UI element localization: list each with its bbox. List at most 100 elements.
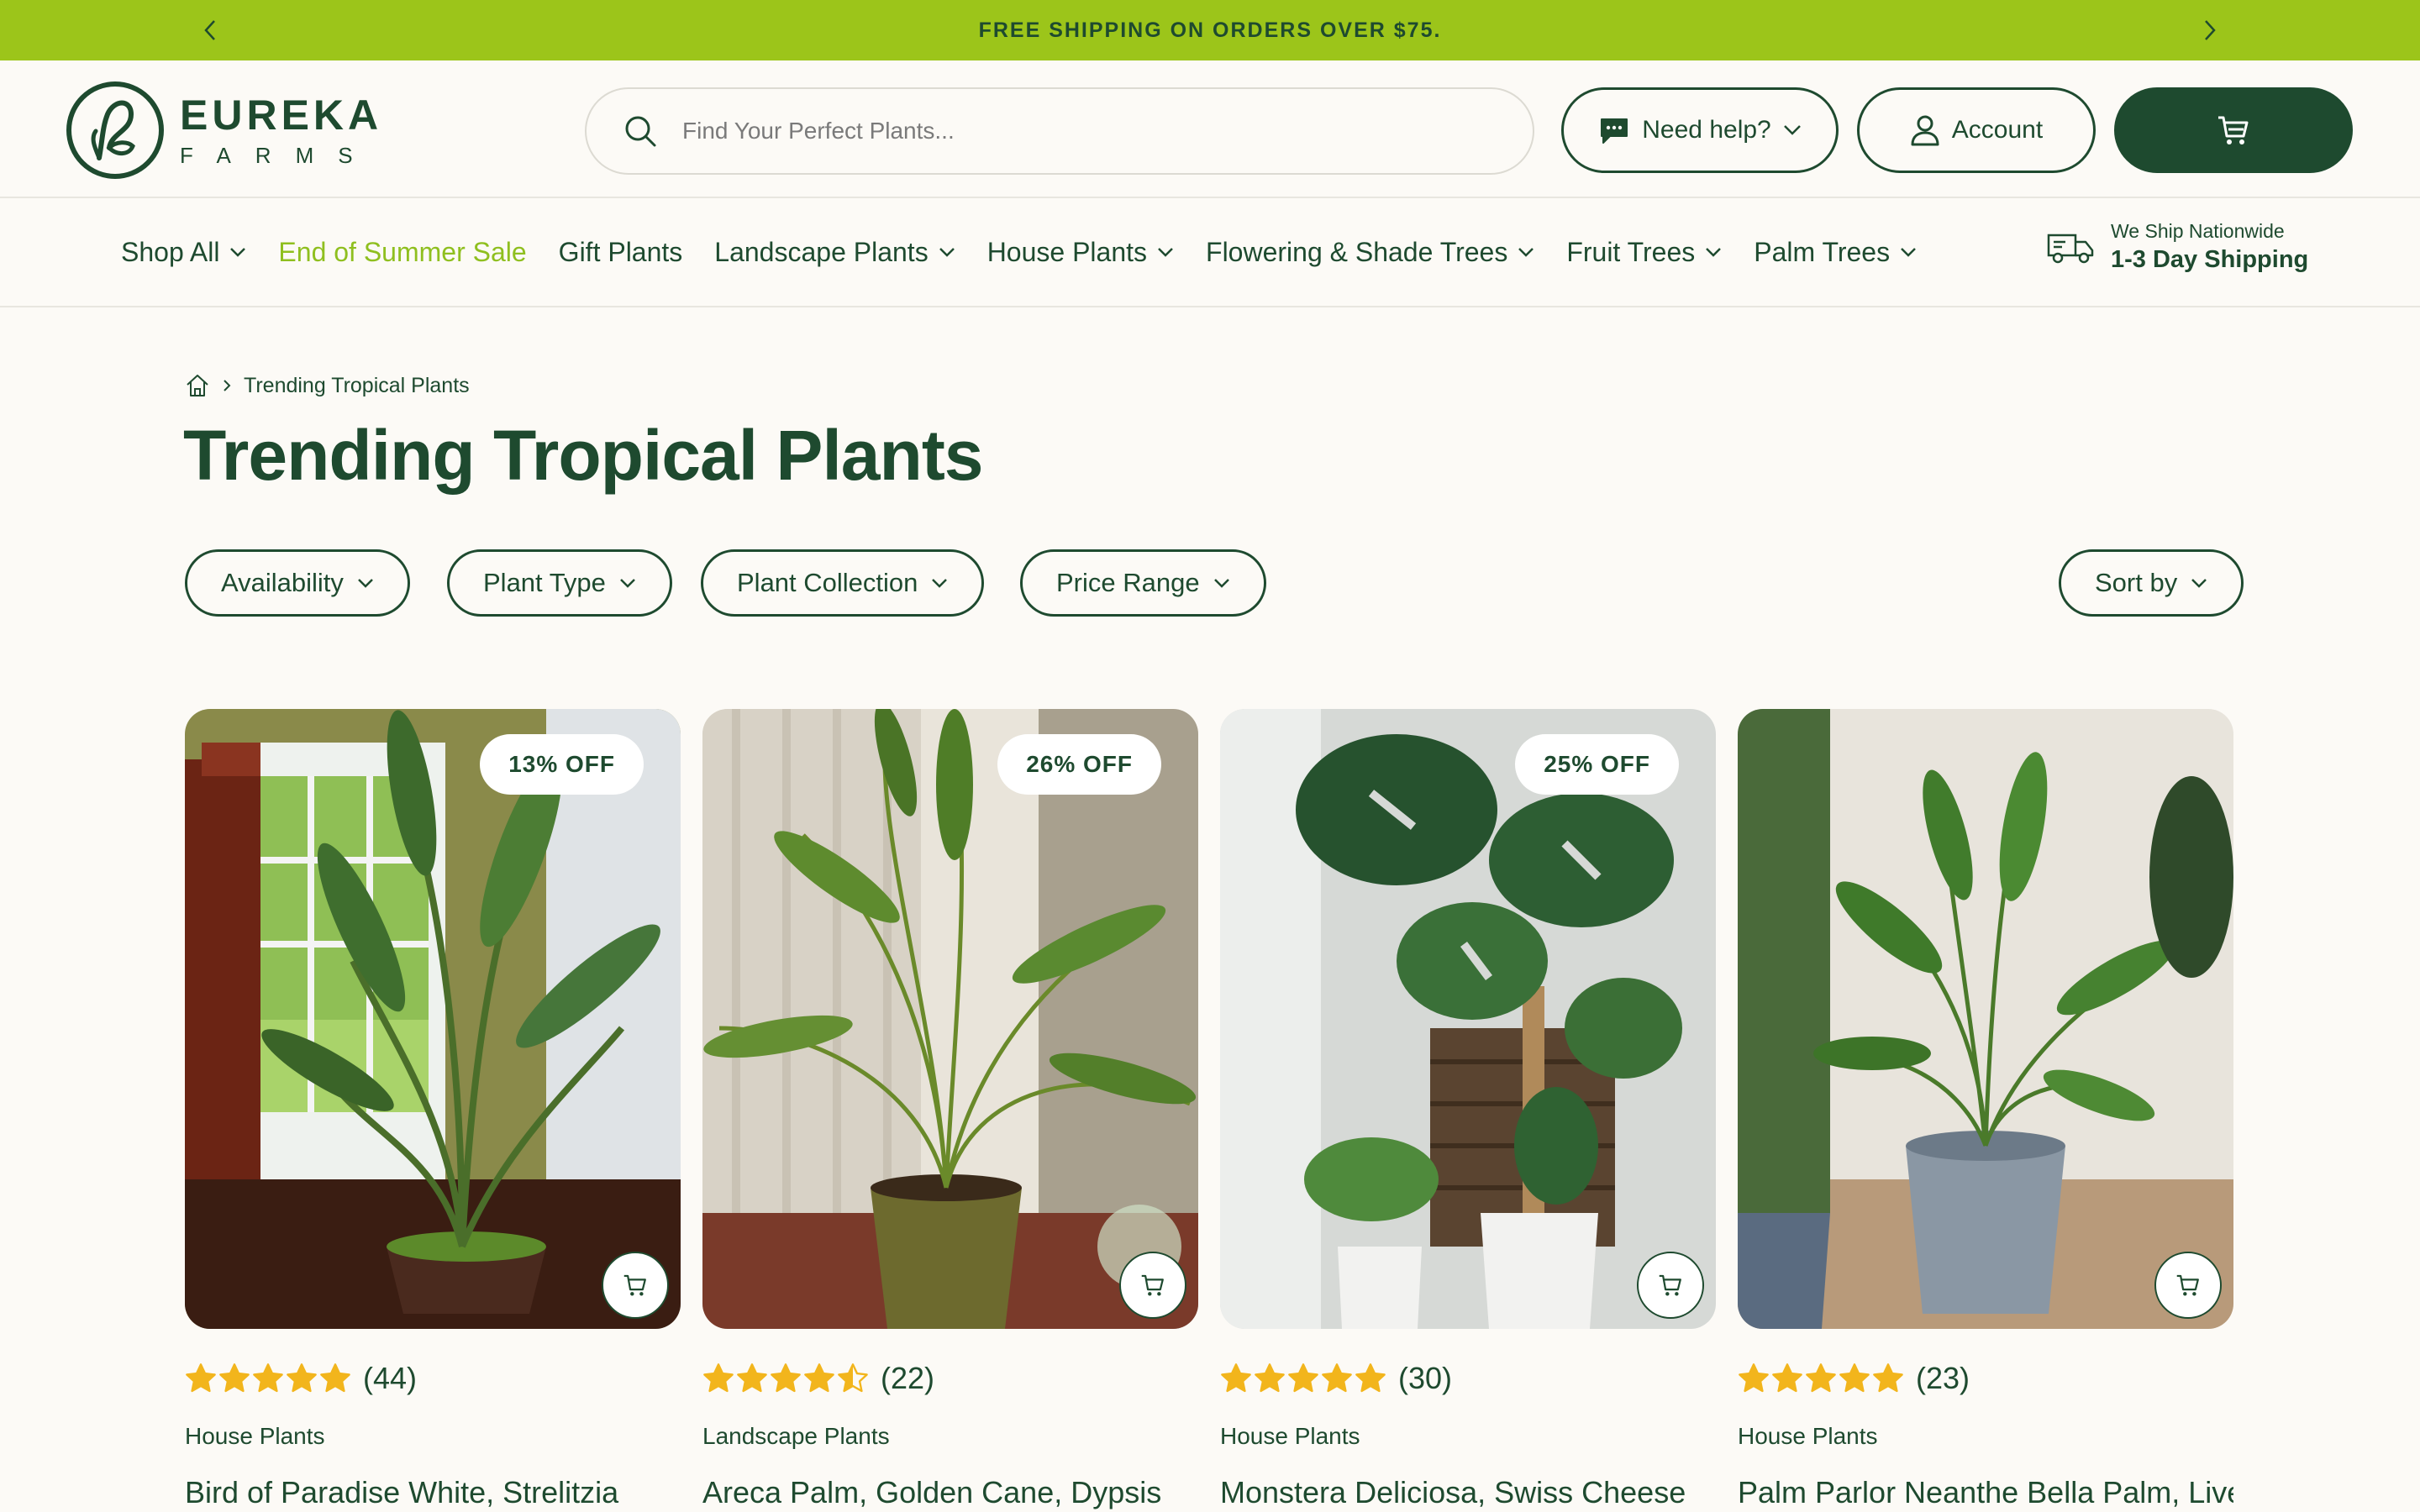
nav-item-house-plants[interactable]: House Plants	[987, 237, 1174, 268]
cart-icon	[1141, 1274, 1164, 1296]
add-to-cart-button[interactable]	[602, 1252, 669, 1319]
nav-item-gift-plants[interactable]: Gift Plants	[559, 237, 683, 268]
nav-label: Flowering & Shade Trees	[1206, 236, 1508, 267]
filter-label: Availability	[221, 568, 344, 597]
bird-of-paradise-photo	[185, 709, 681, 1329]
shipping-info: We Ship Nationwide 1-3 Day Shipping	[2047, 220, 2308, 274]
chat-bubble-icon	[1601, 118, 1628, 144]
star-rating	[185, 1362, 351, 1394]
product-card[interactable]: (23) House Plants Palm Parlor Neanthe Be…	[1738, 709, 2233, 1510]
product-rating: (22)	[702, 1361, 1198, 1396]
chevron-right-icon	[224, 380, 231, 391]
shipping-line2: 1-3 Day Shipping	[2111, 246, 2309, 273]
nav-label: Palm Trees	[1754, 236, 1891, 267]
star-rating	[702, 1362, 869, 1394]
search-bar[interactable]	[585, 87, 1534, 175]
star-icon	[287, 1363, 317, 1393]
nav-item-palm-trees[interactable]: Palm Trees	[1754, 237, 1917, 268]
search-input[interactable]	[682, 118, 1439, 144]
star-rating	[1738, 1362, 1904, 1394]
site-header: EUREKA FARMS Need help? Account	[0, 60, 2420, 198]
chevron-down-icon	[230, 248, 246, 257]
product-card[interactable]: 25% OFF (30) House Plants Monstera Delic…	[1220, 709, 1716, 1510]
user-icon	[1911, 115, 1939, 146]
announcement-text: FREE SHIPPING ON ORDERS OVER $75.	[978, 18, 1442, 42]
star-icon	[1806, 1363, 1836, 1393]
brand-logo[interactable]: EUREKA FARMS	[66, 81, 382, 180]
star-icon	[186, 1363, 216, 1393]
star-icon	[804, 1363, 834, 1393]
sort-by-dropdown[interactable]: Sort by	[2059, 549, 2244, 617]
star-icon	[1322, 1363, 1352, 1393]
page-title: Trending Tropical Plants	[183, 416, 984, 495]
product-name[interactable]: Monstera Deliciosa, Swiss Cheese	[1220, 1475, 1716, 1510]
discount-badge: 26% OFF	[997, 734, 1161, 795]
review-count: (23)	[1916, 1361, 1970, 1395]
chevron-left-icon	[204, 20, 215, 40]
brand-subname: FARMS	[180, 143, 377, 168]
product-name[interactable]: Bird of Paradise White, Strelitzia	[185, 1475, 681, 1510]
product-category: House Plants	[1220, 1423, 1360, 1449]
add-to-cart-button[interactable]	[1637, 1252, 1704, 1319]
shipping-line1: We Ship Nationwide	[2111, 220, 2285, 242]
star-icon	[1739, 1363, 1769, 1393]
chevron-right-icon	[2205, 20, 2216, 40]
add-to-cart-button[interactable]	[2154, 1252, 2222, 1319]
star-rating	[1220, 1362, 1386, 1394]
star-icon	[771, 1363, 801, 1393]
chevron-down-icon	[1901, 248, 1916, 257]
parlor-palm-photo	[1738, 709, 2233, 1329]
home-icon[interactable]	[185, 373, 210, 398]
account-button[interactable]: Account	[1857, 87, 2096, 173]
nav-label: End of Summer Sale	[278, 236, 527, 267]
nav-label: House Plants	[986, 236, 1148, 267]
nav-item-end-of-summer-sale[interactable]: End of Summer Sale	[278, 237, 526, 268]
review-count: (30)	[1398, 1361, 1453, 1395]
product-card[interactable]: 26% OFF (22) Landscape Plants Areca Palm…	[702, 709, 1198, 1510]
announcement-prev-arrow[interactable]	[193, 13, 227, 47]
need-help-label: Need help?	[1642, 116, 1771, 144]
nav-item-flowering-shade-trees[interactable]: Flowering & Shade Trees	[1206, 237, 1534, 268]
star-icon	[320, 1363, 350, 1393]
product-name[interactable]: Areca Palm, Golden Cane, Dypsis	[702, 1475, 1198, 1510]
cart-button[interactable]	[2114, 87, 2353, 173]
star-icon	[1772, 1363, 1802, 1393]
announcement-bar: FREE SHIPPING ON ORDERS OVER $75.	[0, 0, 2420, 60]
product-image[interactable]: 13% OFF	[185, 709, 681, 1329]
plant-collection-filter[interactable]: Plant Collection	[701, 549, 985, 617]
product-image[interactable]	[1738, 709, 2233, 1329]
cart-icon	[2176, 1274, 2199, 1296]
announcement-next-arrow[interactable]	[2193, 13, 2227, 47]
breadcrumb: Trending Tropical Plants	[185, 373, 470, 398]
review-count: (22)	[881, 1361, 935, 1395]
sort-label: Sort by	[2095, 568, 2178, 597]
star-icon	[838, 1363, 868, 1393]
chevron-down-icon	[1518, 248, 1534, 257]
chevron-down-icon	[1706, 248, 1722, 257]
product-image[interactable]: 26% OFF	[702, 709, 1198, 1329]
price-range-filter[interactable]: Price Range	[1020, 549, 1266, 617]
cart-icon	[2218, 116, 2249, 144]
product-card[interactable]: 13% OFF (44) House Plants Bird of Paradi…	[185, 709, 681, 1510]
filter-label: Price Range	[1056, 568, 1200, 597]
product-category: House Plants	[1738, 1423, 1878, 1449]
star-icon	[737, 1363, 767, 1393]
cart-icon	[1659, 1274, 1681, 1296]
nav-item-shop-all[interactable]: Shop All	[121, 237, 246, 268]
monstera-photo	[1220, 709, 1716, 1329]
plant-type-filter[interactable]: Plant Type	[447, 549, 672, 617]
nav-item-landscape-plants[interactable]: Landscape Plants	[714, 237, 955, 268]
leaf-logo-icon	[66, 81, 164, 179]
star-icon	[1221, 1363, 1251, 1393]
need-help-button[interactable]: Need help?	[1561, 87, 1839, 173]
product-image[interactable]: 25% OFF	[1220, 709, 1716, 1329]
nav-item-fruit-trees[interactable]: Fruit Trees	[1566, 237, 1722, 268]
delivery-truck-icon	[2047, 234, 2094, 264]
product-name[interactable]: Palm Parlor Neanthe Bella Palm, Live	[1738, 1475, 2233, 1510]
availability-filter[interactable]: Availability	[185, 549, 410, 617]
main-nav: Shop All End of Summer Sale Gift Plants …	[0, 198, 2420, 307]
star-icon	[1255, 1363, 1285, 1393]
nav-label: Gift Plants	[558, 236, 683, 267]
star-icon	[703, 1363, 734, 1393]
add-to-cart-button[interactable]	[1119, 1252, 1186, 1319]
